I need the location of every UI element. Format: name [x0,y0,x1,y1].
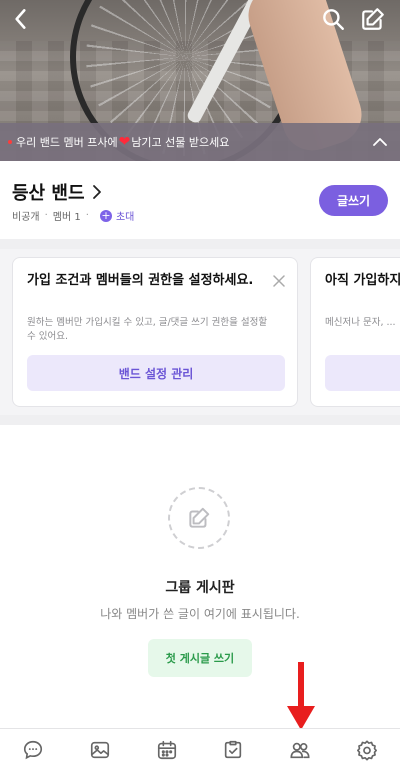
edit-circle-icon [168,487,230,549]
heart-icon: ❤ [118,134,131,150]
chevron-right-icon [91,184,103,200]
member-count[interactable]: 멤버 1 [53,208,81,223]
chat-icon[interactable] [13,730,53,770]
band-title[interactable]: 등산 밴드 [12,179,103,205]
card-title: 아직 가입하지 않은 멤버를 초대해 보세요. [325,273,400,288]
section-divider [0,239,400,249]
plus-icon[interactable]: + [99,209,112,222]
bottom-nav [0,728,400,771]
search-icon[interactable] [320,6,346,32]
band-title-text: 등산 밴드 [12,183,85,204]
first-post-button[interactable]: 첫 게시글 쓰기 [148,639,252,677]
write-button[interactable]: 글쓰기 [319,185,388,216]
settings-card: 가입 조건과 멤버들의 권한을 설정하세요. 원하는 멤버만 가입시킬 수 있고… [12,257,298,407]
meta-separator: · [85,210,89,221]
invite-card-button[interactable] [325,355,400,391]
onboarding-cards[interactable]: 가입 조건과 멤버들의 권한을 설정하세요. 원하는 멤버만 가입시킬 수 있고… [0,249,400,415]
card-description: 메신저나 문자, ... [325,317,396,328]
empty-title: 그룹 게시판 [165,580,235,596]
close-icon[interactable] [273,272,285,287]
card-title: 가입 조건과 멤버들의 권한을 설정하세요. [27,273,254,288]
band-settings-button[interactable]: 밴드 설정 관리 [27,355,285,391]
notice-dot [8,140,12,144]
notice-text-1: 우리 밴드 멤버 프사에 [16,136,118,149]
privacy-label: 비공개 [12,212,40,223]
empty-board: 그룹 게시판 나와 멤버가 쓴 글이 여기에 표시됩니다. 첫 게시글 쓰기 [0,425,400,728]
check-icon[interactable] [213,730,253,770]
notice-text-2: 남기고 선물 받으세요 [131,136,230,149]
back-arrow-icon[interactable] [8,6,34,32]
photo-icon[interactable] [80,730,120,770]
settings-icon[interactable] [347,730,387,770]
card-description: 원하는 멤버만 가입시킬 수 있고, 글/댓글 쓰기 권한을 설정할 수 있어요… [27,317,268,342]
cover-photo: 우리 밴드 멤버 프사에 ❤ 남기고 선물 받으세요 [0,0,400,161]
edit-icon[interactable] [360,6,386,32]
invite-link[interactable]: 초대 [116,208,134,223]
section-divider [0,415,400,425]
annotation-arrow [287,662,315,730]
band-header: 등산 밴드 비공개 · 멤버 1 · + 초대 글쓰기 [0,161,400,239]
chevron-up-icon[interactable] [372,135,388,149]
members-icon[interactable] [280,730,320,770]
calendar-icon[interactable] [147,730,187,770]
empty-description: 나와 멤버가 쓴 글이 여기에 표시됩니다. [100,607,300,621]
invite-card: 아직 가입하지 않은 멤버를 초대해 보세요. 메신저나 문자, ... [310,257,400,407]
notice-banner[interactable]: 우리 밴드 멤버 프사에 ❤ 남기고 선물 받으세요 [0,123,400,161]
band-meta: 비공개 · 멤버 1 · + 초대 [12,208,134,223]
meta-separator: · [44,210,48,221]
